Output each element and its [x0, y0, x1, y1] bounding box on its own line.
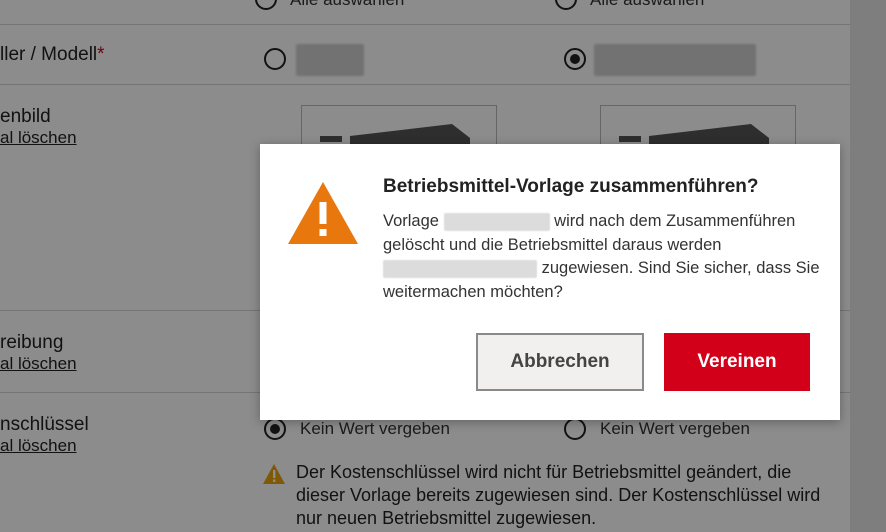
warning-icon: [288, 182, 358, 244]
dialog-message-part1: Vorlage: [383, 212, 439, 230]
template-name-redacted: [443, 212, 550, 231]
cancel-button[interactable]: Abbrechen: [476, 333, 644, 391]
dialog-message: Vorlage wird nach dem Zusammenführen gel…: [383, 210, 823, 304]
merge-confirmation-dialog: Betriebsmittel-Vorlage zusammenführen? V…: [260, 144, 840, 420]
target-template-redacted: [383, 259, 537, 278]
dialog-title: Betriebsmittel-Vorlage zusammenführen?: [383, 176, 759, 197]
merge-button[interactable]: Vereinen: [664, 333, 810, 391]
